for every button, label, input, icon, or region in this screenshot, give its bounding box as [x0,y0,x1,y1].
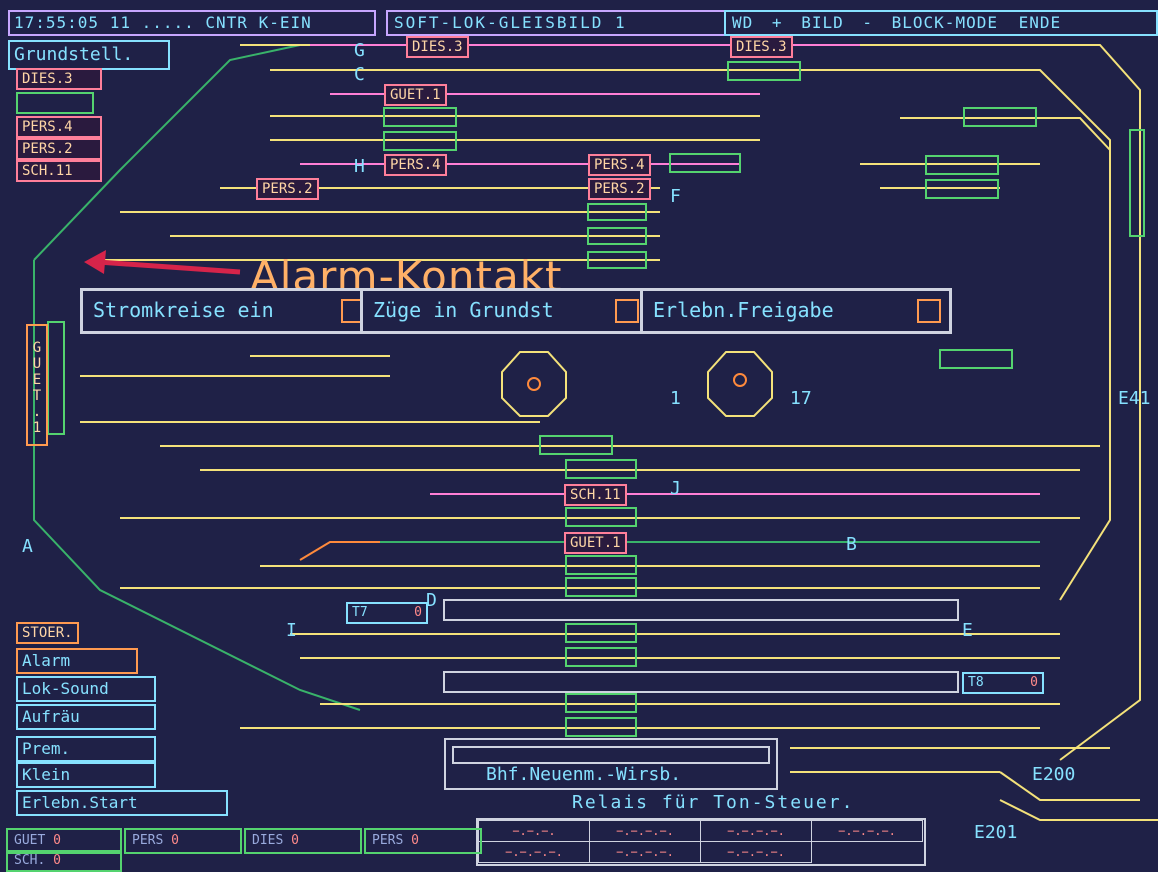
alarm-arrow-head [84,250,106,274]
track-top-main [240,44,1141,761]
track-label[interactable]: DIES.3 [730,36,793,58]
prem-button[interactable]: Prem. [16,736,156,762]
track-label[interactable]: PERS.4 [588,154,651,176]
track-label[interactable]: PERS.4 [384,154,447,176]
letter-g: G [354,40,365,61]
aufraeu-button[interactable]: Aufräu [16,704,156,730]
track-block [47,321,65,435]
bhf-label: Bhf.Neuenm.-Wirsb. [486,764,682,785]
track-label[interactable]: DIES.3 [406,36,469,58]
stromkreise-panel[interactable]: Stromkreise ein [80,288,376,334]
timer-t8: T8 0 [962,672,1044,694]
turntable-left [501,351,567,417]
side-label-text: GUET.1 [29,340,45,436]
relay-cell[interactable]: −.−.−.−. [589,820,701,842]
rail-block [443,671,959,693]
track-label[interactable]: PERS.2 [588,178,651,200]
relay-cell[interactable]: −.−.−. [478,820,590,842]
letter-a: A [22,536,33,557]
letter-i: I [286,620,297,641]
track-block [1129,129,1145,237]
track-yellow [999,799,1158,821]
counter-dies: DIES 0 [244,828,362,854]
counter-pers-2: PERS 0 [364,828,482,854]
letter-c: C [354,64,365,85]
label-e201: E201 [974,822,1018,843]
track-yellow [900,117,1111,151]
alarm-button[interactable]: Alarm [16,648,138,674]
relay-cell[interactable]: −.−.−.−. [589,841,701,863]
label-17: 17 [790,388,812,409]
track-label[interactable]: PERS.2 [256,178,319,200]
track-label[interactable]: SCH.11 [564,484,627,506]
freigabe-panel[interactable]: Erlebn.Freigabe [640,288,952,334]
label-e200: E200 [1032,764,1076,785]
counter-pers: PERS 0 [124,828,242,854]
stromkreise-label: Stromkreise ein [93,298,274,322]
relay-cell[interactable]: −.−.−.−. [478,841,590,863]
klein-button[interactable]: Klein [16,762,156,788]
relay-cell[interactable]: −.−.−.−. [700,841,812,863]
stoer-title: STOER. [16,622,79,644]
counter-sch: SCH. 0 [6,850,122,872]
relay-cell[interactable]: −.−.−.−. [811,820,923,842]
zuege-panel[interactable]: Züge in Grundst [360,288,650,334]
track-block [939,349,1013,369]
alarm-arrow-line [97,259,241,275]
side-label-guet: GUET.1 [26,324,48,446]
track-orange [299,541,380,561]
letter-b: B [846,534,857,555]
turntable-right [707,351,773,417]
label-e41: E41 [1118,388,1151,409]
letter-h: H [354,156,365,177]
bhf-strip [452,746,770,764]
rail-block [443,599,959,621]
track-label[interactable]: GUET.1 [384,84,447,106]
freigabe-label: Erlebn.Freigabe [653,298,834,322]
track-label[interactable]: GUET.1 [564,532,627,554]
lok-sound-button[interactable]: Lok-Sound [16,676,156,702]
letter-j: J [670,478,681,499]
zuege-label: Züge in Grundst [373,298,554,322]
zuege-indicator [615,299,639,323]
label-1: 1 [670,388,681,409]
bhf-panel: Bhf.Neuenm.-Wirsb. [444,738,778,790]
freigabe-indicator [917,299,941,323]
timer-t7: T7 0 [346,602,428,624]
track-outer-loop [33,44,301,261]
relay-cell[interactable]: −.−.−.−. [700,820,812,842]
erlebn-start-button[interactable]: Erlebn.Start [16,790,228,816]
letter-f: F [670,186,681,207]
relais-label: Relais für Ton-Steuer. [572,792,855,813]
relay-grid: −.−.−. −.−.−.−. −.−.−.−. −.−.−.−. −.−.−.… [476,818,926,866]
letter-e: E [962,620,973,641]
